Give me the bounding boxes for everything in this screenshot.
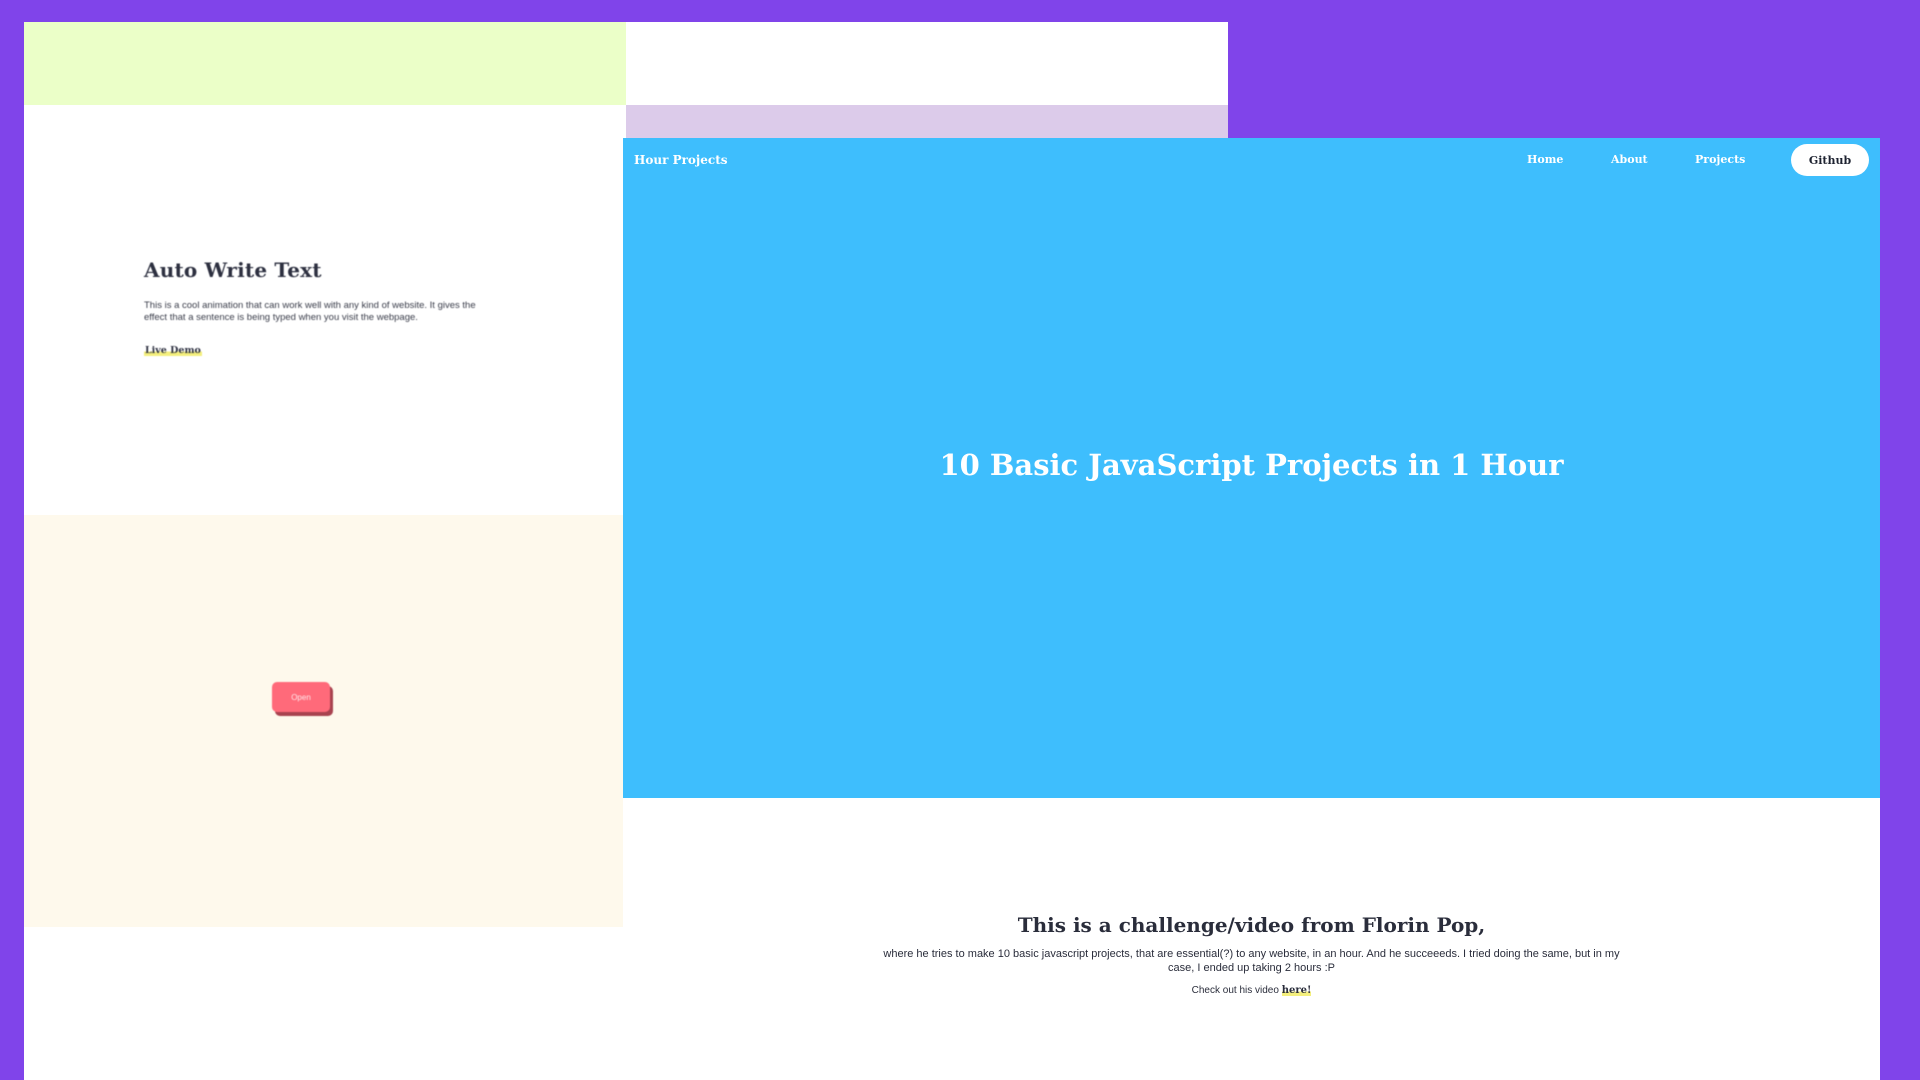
check-out-text: Check out his video — [1191, 985, 1282, 996]
auto-write-section: Auto Write Text This is a cool animation… — [144, 258, 524, 358]
brand-logo[interactable]: Hour Projects — [634, 153, 728, 167]
hero-title: 10 Basic JavaScript Projects in 1 Hour — [939, 448, 1564, 482]
auto-write-title: Auto Write Text — [144, 258, 322, 282]
auto-write-description: This is a cool animation that can work w… — [144, 300, 476, 323]
nav-home-link[interactable]: Home — [1527, 153, 1563, 166]
challenge-section: This is a challenge/video from Florin Po… — [623, 913, 1880, 996]
open-button[interactable]: Open — [272, 682, 330, 712]
lime-panel — [24, 22, 626, 105]
check-out-line: Check out his video here! — [623, 985, 1880, 996]
challenge-title: This is a challenge/video from Florin Po… — [1017, 913, 1486, 937]
nav-projects-link[interactable]: Projects — [1695, 153, 1745, 166]
live-demo-link[interactable]: Live Demo — [144, 345, 202, 356]
github-button[interactable]: Github — [1791, 144, 1869, 176]
here-link[interactable]: here! — [1281, 985, 1312, 996]
nav-about-link[interactable]: About — [1611, 153, 1648, 166]
white-panel — [626, 22, 1228, 105]
cream-panel — [24, 515, 624, 927]
hero-section: Hour Projects Home About Projects Github… — [623, 138, 1880, 798]
front-window: Hour Projects Home About Projects Github… — [623, 138, 1880, 1080]
challenge-description: where he tries to make 10 basic javascri… — [883, 948, 1620, 974]
